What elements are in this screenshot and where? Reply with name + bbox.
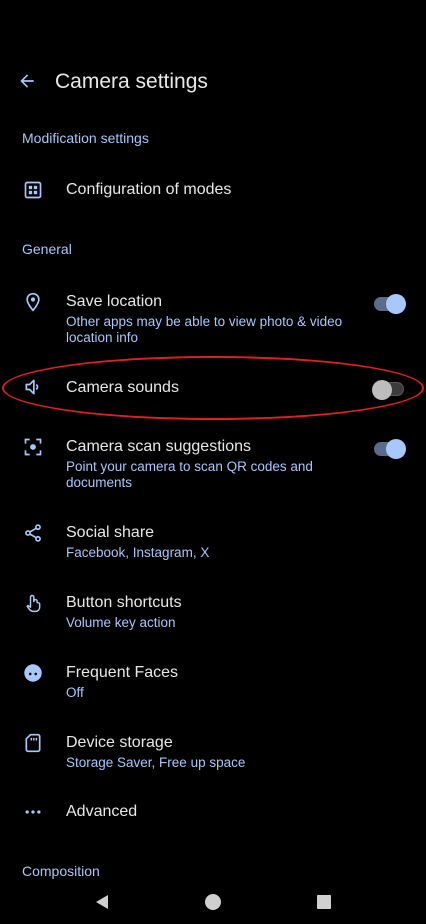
arrow-back-icon	[20, 74, 34, 88]
nav-home-button[interactable]	[203, 892, 223, 912]
top-app-bar: Camera settings	[0, 56, 426, 112]
settings-item-modes[interactable]: Configuration of modes	[0, 168, 426, 212]
settings-item-summary: Facebook, Instagram, X	[66, 545, 210, 560]
settings-item-button-shortcuts[interactable]: Button shortcuts Volume key action	[0, 586, 426, 638]
save-location-toggle[interactable]	[374, 294, 406, 314]
settings-item-label: Frequent Faces	[66, 664, 179, 681]
settings-item-summary: Off	[66, 685, 84, 700]
settings-item-summary: Point your camera to scan QR codes and d…	[66, 459, 313, 490]
settings-item-label: Button shortcuts	[66, 594, 182, 611]
circle-home-icon	[205, 894, 221, 910]
section-header-modification: Modification settings	[22, 130, 149, 146]
scan-suggestions-toggle[interactable]	[374, 439, 406, 459]
settings-item-camera-sounds[interactable]: Camera sounds	[0, 366, 426, 410]
location-pin-icon	[20, 289, 46, 315]
settings-item-label: Advanced	[66, 803, 138, 820]
settings-item-label: Social share	[66, 524, 155, 541]
back-button[interactable]	[12, 66, 42, 96]
modes-grid-icon	[20, 177, 46, 203]
settings-item-summary: Storage Saver, Free up space	[66, 755, 246, 770]
settings-item-device-storage[interactable]: Device storage Storage Saver, Free up sp…	[0, 726, 426, 778]
settings-item-label: Camera sounds	[66, 379, 179, 396]
settings-item-summary: Volume key action	[66, 615, 176, 630]
triangle-back-icon	[96, 895, 108, 909]
system-navigation-bar	[0, 880, 426, 924]
section-header-composition: Composition	[22, 863, 100, 879]
settings-item-label: Configuration of modes	[66, 181, 232, 198]
settings-item-summary: Other apps may be able to view photo & v…	[66, 314, 343, 345]
more-horiz-icon	[20, 799, 46, 825]
share-icon	[20, 520, 46, 546]
camera-sounds-toggle[interactable]	[372, 380, 404, 400]
settings-item-social-share[interactable]: Social share Facebook, Instagram, X	[0, 516, 426, 568]
settings-item-save-location[interactable]: Save location Other apps may be able to …	[0, 285, 426, 349]
settings-item-scan-suggestions[interactable]: Camera scan suggestions Point your camer…	[0, 430, 426, 494]
scan-icon	[20, 434, 46, 460]
sd-card-icon	[20, 730, 46, 756]
page-title: Camera settings	[55, 70, 208, 93]
nav-recents-button[interactable]	[314, 892, 334, 912]
touch-icon	[20, 590, 46, 616]
settings-item-advanced[interactable]: Advanced	[0, 790, 426, 834]
settings-item-frequent-faces[interactable]: Frequent Faces Off	[0, 656, 426, 708]
speaker-icon	[20, 374, 46, 400]
settings-item-label: Save location	[66, 293, 163, 310]
face-icon	[20, 660, 46, 686]
settings-item-label: Camera scan suggestions	[66, 438, 251, 455]
square-recents-icon	[317, 895, 331, 909]
nav-back-button[interactable]	[92, 892, 112, 912]
settings-item-label: Device storage	[66, 734, 173, 751]
section-header-general: General	[22, 241, 72, 257]
